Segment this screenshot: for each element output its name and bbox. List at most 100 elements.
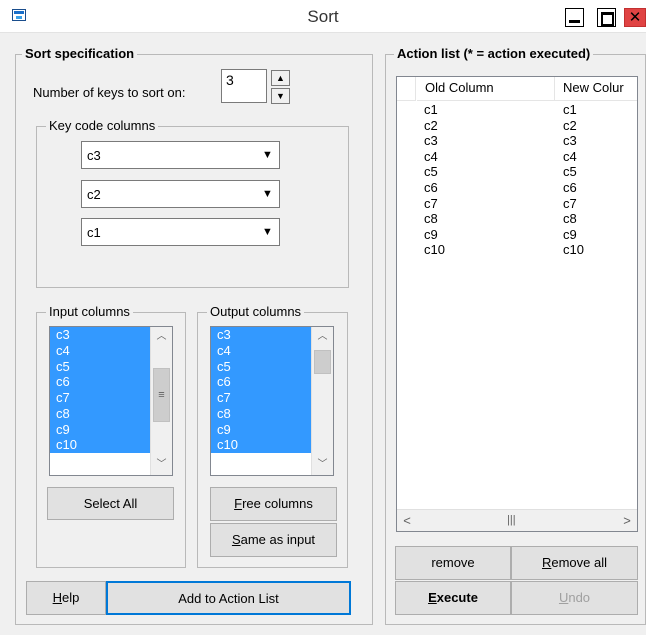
close-icon: ✕ [628, 9, 642, 26]
table-row[interactable]: c4 c4 [397, 149, 637, 165]
execute-mnemonic: E [428, 590, 437, 605]
action-list-legend: Action list (* = action executed) [394, 46, 594, 62]
scroll-grip-icon[interactable]: ||| [507, 510, 516, 531]
list-item[interactable]: c4 [211, 342, 312, 359]
new-column-cell: c9 [563, 226, 577, 242]
list-item[interactable]: c6 [50, 374, 151, 390]
key-combo-1[interactable]: c3 ▼ [81, 141, 280, 169]
table-row[interactable]: c5 c5 [397, 164, 637, 180]
remove-all-label: emove all [551, 555, 608, 570]
list-item[interactable]: c3 [211, 327, 312, 343]
key-combo-3[interactable]: c1 ▼ [81, 218, 280, 246]
horizontal-scrollbar[interactable]: < ||| > [397, 509, 637, 531]
list-item[interactable]: c8 [211, 405, 312, 422]
key-code-columns-legend: Key code columns [46, 118, 159, 134]
input-columns-listbox[interactable]: c3 c4 c5 c6 c7 c8 c9 c10 ︿ ≡ ﹀ [49, 326, 173, 476]
list-item[interactable]: c5 [211, 358, 312, 375]
old-column-cell: c9 [424, 226, 438, 242]
table-row[interactable]: c9 c9 [397, 227, 637, 243]
help-button[interactable]: Help [26, 581, 106, 615]
remove-all-mnemonic: R [541, 555, 552, 570]
table-row[interactable]: c6 c6 [397, 180, 637, 196]
table-row[interactable]: c1 c1 [397, 102, 637, 118]
same-as-input-button[interactable]: Same as input [210, 523, 337, 557]
new-column-cell: c3 [563, 133, 577, 149]
spin-down-button[interactable]: ▼ [271, 88, 290, 104]
scroll-thumb[interactable]: ≡ [153, 368, 170, 422]
new-column-cell: c6 [563, 179, 577, 195]
list-item[interactable]: c7 [211, 390, 312, 406]
window-title: Sort [307, 7, 339, 26]
old-column-cell: c6 [424, 179, 438, 195]
table-row[interactable]: c7 c7 [397, 196, 637, 212]
action-list-view[interactable]: Old Column New Colur c1 c1 c2 c2 c3 c3 c4 c4… [396, 76, 638, 532]
list-item[interactable]: c3 [50, 327, 151, 343]
table-row[interactable]: c2 c2 [397, 118, 637, 134]
list-item[interactable]: c6 [211, 374, 312, 390]
undo-mnemonic: U [558, 590, 569, 605]
scroll-left-icon[interactable]: < [397, 510, 417, 531]
undo-button[interactable]: Undo [511, 581, 638, 615]
list-item[interactable]: c9 [50, 421, 151, 438]
remove-button[interactable]: remove [395, 546, 511, 580]
table-row[interactable]: c10 c10 [397, 242, 637, 258]
chevron-down-icon: ▼ [276, 91, 285, 101]
free-columns-label: ree columns [242, 496, 313, 511]
list-item[interactable]: c10 [50, 437, 151, 453]
old-column-cell: c7 [424, 195, 438, 211]
num-keys-input[interactable]: 3 [221, 69, 267, 103]
key-combo-2[interactable]: c2 ▼ [81, 180, 280, 208]
undo-label: ndo [568, 590, 591, 605]
sort-specification-legend: Sort specification [22, 46, 138, 62]
scroll-thumb[interactable] [314, 350, 331, 374]
output-columns-legend: Output columns [207, 304, 305, 320]
spin-up-button[interactable]: ▲ [271, 70, 290, 86]
list-item[interactable]: c4 [50, 342, 151, 359]
old-column-cell: c1 [424, 102, 438, 117]
new-column-cell: c5 [563, 164, 577, 180]
execute-button[interactable]: Execute [395, 581, 511, 615]
new-column-cell: c4 [563, 148, 577, 164]
key-combo-value: c1 [87, 225, 101, 240]
free-columns-button[interactable]: Free columns [210, 487, 337, 521]
list-item[interactable]: c9 [211, 421, 312, 438]
old-column-cell: c3 [424, 133, 438, 149]
new-column-cell: c8 [563, 211, 577, 227]
scroll-down-icon[interactable]: ﹀ [312, 455, 333, 475]
scroll-up-icon[interactable]: ︿ [151, 327, 172, 347]
same-as-input-label: ame as input [240, 532, 316, 547]
old-column-cell: c10 [424, 242, 445, 258]
scroll-right-icon[interactable]: > [617, 510, 637, 531]
dropdown-arrow-icon[interactable]: ▼ [256, 142, 279, 168]
vertical-scrollbar[interactable]: ︿ ﹀ [311, 327, 333, 475]
table-row[interactable]: c8 c8 [397, 211, 637, 227]
old-column-cell: c4 [424, 148, 438, 164]
select-all-button[interactable]: Select All [47, 487, 174, 520]
list-item[interactable]: c8 [50, 405, 151, 422]
key-combo-value: c2 [87, 187, 101, 202]
dropdown-arrow-icon[interactable]: ▼ [256, 181, 279, 207]
add-to-action-list-button[interactable]: Add to Action List [106, 581, 351, 615]
old-column-cell: c8 [424, 211, 438, 227]
title-bar: Sort ✕ [0, 0, 646, 33]
help-label: elp [62, 590, 80, 605]
scroll-down-icon[interactable]: ﹀ [151, 455, 172, 475]
dropdown-arrow-icon[interactable]: ▼ [256, 219, 279, 245]
scroll-up-icon[interactable]: ︿ [312, 327, 333, 347]
list-item[interactable]: c5 [50, 358, 151, 375]
list-item[interactable]: c10 [211, 437, 312, 453]
output-columns-listbox[interactable]: c3 c4 c5 c6 c7 c8 c9 c10 ︿ ﹀ [210, 326, 334, 476]
new-column-cell: c1 [563, 102, 577, 117]
table-row[interactable]: c3 c3 [397, 133, 637, 149]
vertical-scrollbar[interactable]: ︿ ≡ ﹀ [150, 327, 172, 475]
list-item[interactable]: c7 [50, 390, 151, 406]
header-old-column[interactable]: Old Column [417, 77, 555, 101]
minimize-button[interactable] [565, 8, 584, 27]
remove-all-button[interactable]: Remove all [511, 546, 638, 580]
new-column-cell: c2 [563, 117, 577, 133]
old-column-cell: c2 [424, 117, 438, 133]
header-new-column[interactable]: New Colur [555, 77, 637, 101]
old-column-cell: c5 [424, 164, 438, 180]
close-button[interactable]: ✕ [624, 8, 646, 27]
maximize-button[interactable] [597, 8, 616, 27]
